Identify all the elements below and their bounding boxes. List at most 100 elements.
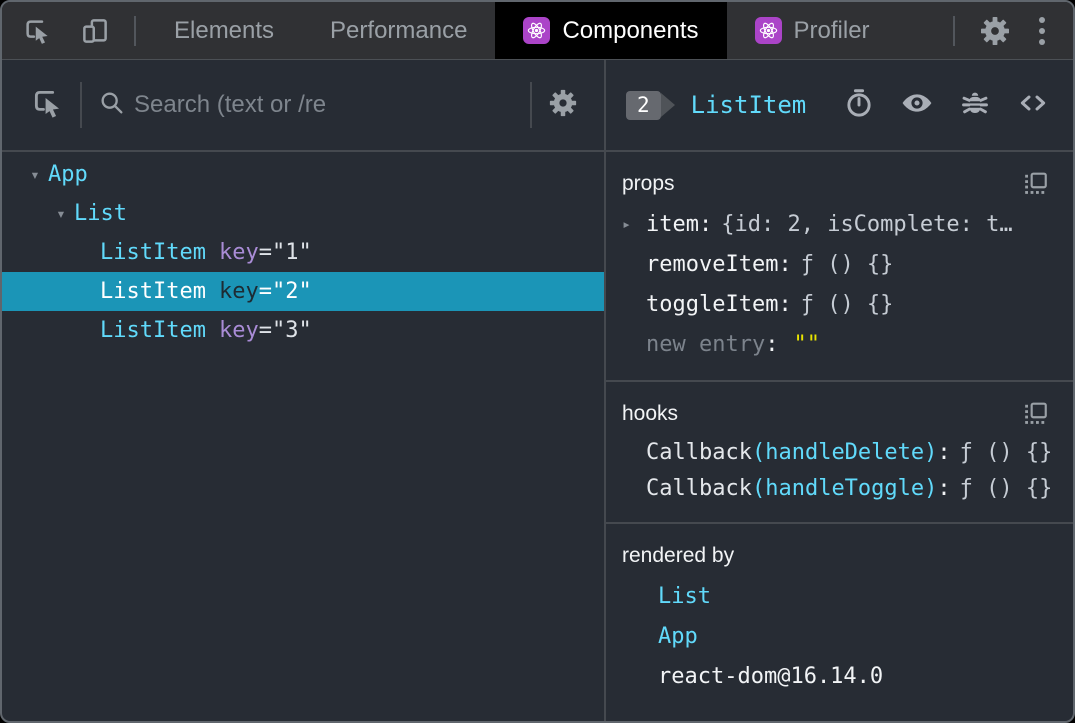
inspect-cursor-icon [30, 86, 64, 125]
rendered-by-react-dom-version: react-dom@16.14.0 [658, 663, 884, 689]
colon: : [698, 211, 713, 237]
inspector-header: 2 ListItem [606, 60, 1073, 152]
hooks-section: hooks Callback (handleDelete): ƒ () {} … [606, 382, 1073, 524]
caret-down-icon[interactable]: ▾ [22, 165, 48, 184]
colon: : [937, 475, 951, 501]
prop-name: item [646, 211, 699, 237]
toolbar-divider [530, 82, 532, 128]
tab-label: Profiler [793, 16, 870, 44]
inspect-element-button[interactable] [2, 2, 66, 59]
hook-name: Callback [646, 439, 752, 465]
code-brackets-icon [1015, 87, 1051, 124]
inspect-cursor-icon [22, 16, 52, 46]
copy-props-button[interactable] [1023, 171, 1049, 197]
key-attribute: key [218, 318, 259, 343]
view-settings-button[interactable] [548, 88, 604, 123]
log-to-console-button[interactable] [959, 87, 991, 124]
key-attribute: key [218, 279, 259, 304]
tab-label: Performance [330, 16, 468, 44]
gear-icon [979, 15, 1011, 47]
colon: : [937, 439, 951, 465]
component-name: ListItem [100, 318, 206, 343]
colon: : [765, 331, 779, 357]
hook-function-name: (handleToggle) [751, 475, 938, 501]
search-input[interactable] [126, 91, 514, 119]
component-name: List [74, 201, 127, 226]
tab-components[interactable]: Components [495, 2, 727, 59]
caret-down-icon[interactable]: ▾ [48, 204, 74, 223]
new-entry-placeholder[interactable]: new entry [646, 332, 765, 357]
component-name: ListItem [100, 279, 206, 304]
devtools-window: Elements Performance Components Profiler… [0, 0, 1075, 723]
hook-row-handledelete[interactable]: Callback (handleDelete): ƒ () {} [622, 434, 1063, 470]
eye-icon [899, 87, 935, 124]
search-icon [98, 89, 126, 122]
tab-profiler[interactable]: Profiler [727, 2, 898, 59]
hook-value: ƒ () {} [959, 439, 1053, 465]
components-panel: ▾ App ▾ List ListItem key ="1" ListItem … [2, 60, 1073, 721]
devtools-toolbar: Elements Performance Components Profiler [2, 2, 1073, 60]
hook-value: ƒ () {} [959, 475, 1053, 501]
device-toolbar-icon [80, 16, 110, 46]
prop-value: ƒ () {} [800, 291, 894, 317]
key-value: ="2" [258, 279, 312, 304]
colon: : [778, 291, 792, 317]
tree-row-app[interactable]: ▾ App [2, 155, 604, 194]
rendered-by-row: react-dom@16.14.0 [622, 656, 1063, 696]
prop-name: removeItem [646, 251, 779, 277]
key-attribute: key [218, 240, 259, 265]
tree-row-listitem-3[interactable]: ListItem key ="3" [2, 311, 604, 350]
prop-name: toggleItem [646, 291, 779, 317]
key-badge: 2 [626, 90, 661, 120]
react-logo-icon [523, 17, 551, 44]
rendered-by-title: rendered by [622, 544, 735, 567]
hook-row-handletoggle[interactable]: Callback (handleToggle): ƒ () {} [622, 470, 1063, 506]
tab-performance[interactable]: Performance [302, 2, 495, 59]
prop-value: {id: 2, isComplete: t… [721, 211, 1013, 237]
tab-elements[interactable]: Elements [146, 2, 302, 59]
rendered-by-row: App [622, 616, 1063, 656]
component-name: ListItem [100, 240, 206, 265]
hook-function-name: (handleDelete) [751, 439, 938, 465]
rendered-by-link-list[interactable]: List [658, 584, 711, 609]
rendered-by-link-app[interactable]: App [658, 624, 698, 649]
badge-arrow-icon [660, 93, 675, 117]
react-logo-icon [754, 17, 782, 44]
editable-value[interactable]: "" [793, 332, 820, 357]
caret-right-icon[interactable]: ▸ [622, 215, 646, 233]
copy-hooks-button[interactable] [1023, 401, 1049, 427]
rendered-by-section: rendered by List App react-dom@16.14.0 [606, 524, 1073, 712]
prop-row-removeitem[interactable]: removeItem: ƒ () {} [622, 244, 1063, 284]
colon: : [778, 251, 792, 277]
stopwatch-icon [843, 87, 875, 124]
prop-row-toggleitem[interactable]: toggleItem: ƒ () {} [622, 284, 1063, 324]
rendered-by-row: List [622, 576, 1063, 616]
bug-icon [959, 87, 991, 124]
tree-row-list[interactable]: ▾ List [2, 194, 604, 233]
tree-row-listitem-1[interactable]: ListItem key ="1" [2, 233, 604, 272]
tree-row-listitem-2-selected[interactable]: ListItem key ="2" [2, 272, 604, 311]
component-name: App [48, 162, 88, 187]
inspect-dom-button[interactable] [899, 87, 935, 124]
prop-row-item[interactable]: ▸ item: {id: 2, isComplete: t… [622, 204, 1063, 244]
tab-label: Components [562, 16, 699, 44]
props-section: props ▸ item: {id: 2, isComplete: t… re… [606, 152, 1073, 382]
tree-panel: ▾ App ▾ List ListItem key ="1" ListItem … [2, 60, 606, 721]
prop-value: ƒ () {} [800, 251, 894, 277]
kebab-menu-icon [1039, 16, 1045, 45]
prop-row-new-entry[interactable]: new entry: "" [622, 324, 1063, 364]
tree-toolbar [2, 60, 604, 152]
device-toolbar-button[interactable] [66, 2, 124, 59]
tab-label: Elements [174, 16, 275, 44]
gear-icon [548, 88, 578, 123]
toolbar-divider [953, 15, 955, 46]
inspected-element-details: props ▸ item: {id: 2, isComplete: t… re… [606, 152, 1073, 721]
settings-button[interactable] [965, 2, 1025, 59]
select-component-button[interactable] [30, 86, 64, 125]
more-options-button[interactable] [1025, 2, 1059, 59]
suspend-toggle-button[interactable] [843, 87, 875, 124]
props-title: props [622, 172, 675, 195]
view-source-button[interactable] [1015, 87, 1051, 124]
key-value: ="1" [258, 240, 312, 265]
key-value: ="3" [258, 318, 312, 343]
